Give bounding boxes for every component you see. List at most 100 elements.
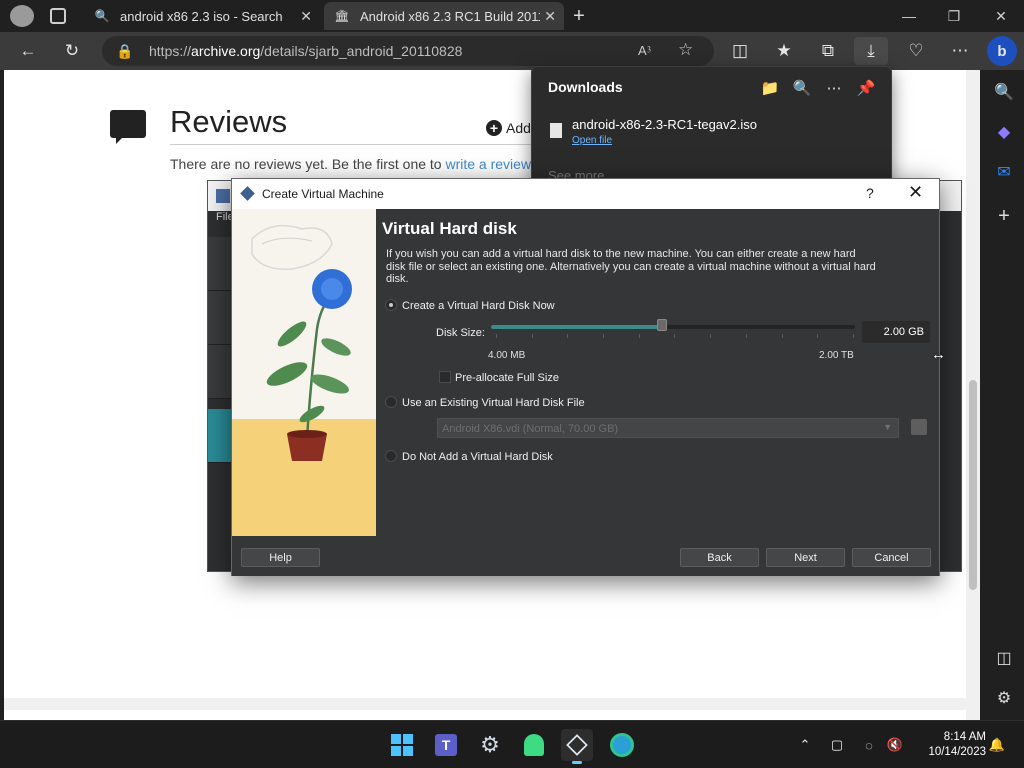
close-tab-icon[interactable]: ✕: [300, 8, 312, 25]
close-window-button[interactable]: ✕: [985, 4, 1017, 28]
search-icon[interactable]: 🔍: [988, 76, 1020, 108]
add-review-button[interactable]: + Add: [486, 120, 531, 136]
address-bar[interactable]: 🔒 https://archive.org/details/sjarb_andr…: [102, 36, 714, 66]
url-domain: archive.org: [191, 43, 261, 59]
slider-min-label: 4.00 MB: [488, 350, 526, 361]
outlook-icon[interactable]: ✉: [988, 156, 1020, 188]
cancel-button[interactable]: Cancel: [852, 548, 931, 567]
network-off-icon[interactable]: ▢: [828, 736, 846, 754]
downloads-icon[interactable]: ⤓: [854, 37, 888, 65]
add-review-label: Add: [506, 120, 531, 136]
page-scrollbar[interactable]: [966, 70, 980, 720]
vm-list-item[interactable]: [208, 345, 232, 399]
context-help-button[interactable]: ?: [866, 185, 874, 201]
hide-sidebar-icon[interactable]: ◫: [988, 642, 1020, 674]
no-disk-radio[interactable]: [385, 450, 397, 462]
tab-search[interactable]: 🔍 android x86 2.3 iso - Search ✕: [84, 2, 320, 30]
scroll-thumb[interactable]: [969, 380, 977, 590]
cancel-button-label: Cancel: [874, 551, 909, 564]
split-screen-icon[interactable]: ◫: [725, 37, 755, 65]
no-disk-label: Do Not Add a Virtual Hard Disk: [402, 451, 553, 463]
collections-icon[interactable]: ⧉: [813, 37, 843, 65]
close-icon[interactable]: ✕: [908, 182, 923, 203]
search-icon[interactable]: 🔍: [791, 77, 813, 99]
vm-list-item[interactable]: [208, 291, 232, 345]
windows-start-icon[interactable]: [386, 729, 418, 761]
url-path: /details/sjarb_android_20110828: [260, 43, 463, 59]
help-button[interactable]: Help: [241, 548, 320, 567]
write-review-link[interactable]: write a review: [445, 156, 531, 172]
create-vm-dialog: Create Virtual Machine ? ✕ Virtual Hard …: [231, 178, 940, 576]
teams-icon[interactable]: T: [430, 729, 462, 761]
restore-button[interactable]: ❐: [938, 4, 970, 28]
create-disk-radio[interactable]: [385, 299, 397, 311]
more-menu-icon[interactable]: ⋯: [945, 37, 975, 65]
taskbar: T ⚙ ⌃ ▢ ◌ 🔇 8:14 AM 10/14/2023 🔔: [0, 720, 1024, 768]
profile-avatar-icon[interactable]: [10, 5, 34, 27]
vm-list-item[interactable]: [208, 409, 232, 463]
wizard-illustration: [232, 209, 376, 536]
refresh-icon[interactable]: ↻: [57, 37, 87, 65]
disk-size-input[interactable]: 2.00 GB: [862, 321, 930, 343]
read-aloud-icon[interactable]: A⁳: [638, 42, 651, 59]
sidebar-settings-icon[interactable]: ⚙: [988, 682, 1020, 714]
settings-icon[interactable]: ⚙: [474, 729, 506, 761]
back-button[interactable]: Back: [680, 548, 759, 567]
pin-icon[interactable]: 📌: [855, 77, 877, 99]
file-icon: [550, 123, 562, 138]
tab-archive[interactable]: 🏛 Android x86 2.3 RC1 Build 20110 ✕: [324, 2, 564, 30]
open-file-link[interactable]: Open file: [572, 135, 612, 146]
next-button[interactable]: Next: [766, 548, 845, 567]
existing-disk-value: Android X86.vdi (Normal, 70.00 GB): [442, 423, 619, 435]
close-tab-icon[interactable]: ✕: [540, 8, 556, 25]
vbox-scrollbar[interactable]: [939, 265, 952, 565]
favorites-icon[interactable]: ★: [769, 37, 799, 65]
add-sidebar-app-icon[interactable]: +: [988, 200, 1020, 232]
archive-org-icon: 🏛: [334, 9, 350, 23]
preallocate-checkbox[interactable]: [439, 371, 451, 383]
volume-muted-icon[interactable]: 🔇: [886, 736, 904, 754]
downloads-title: Downloads: [548, 79, 623, 95]
chevron-up-icon[interactable]: ⌃: [796, 736, 814, 754]
browser-essentials-icon[interactable]: ♡: [901, 37, 931, 65]
create-disk-label: Create a Virtual Hard Disk Now: [402, 300, 555, 312]
divider: [170, 144, 540, 145]
horizontal-scrollbar[interactable]: [4, 698, 966, 710]
copilot-icon[interactable]: b: [987, 36, 1017, 66]
existing-disk-select: Android X86.vdi (Normal, 70.00 GB) ▼: [437, 418, 899, 438]
slider-handle[interactable]: [657, 319, 668, 331]
clock[interactable]: 8:14 AM 10/14/2023: [914, 730, 986, 760]
no-reviews-text: There are no reviews yet. Be the first o…: [170, 156, 531, 172]
next-button-label: Next: [794, 551, 817, 564]
downloads-panel: Downloads 📁 🔍 ⋯ 📌 android-x86-2.3-RC1-te…: [531, 66, 892, 186]
download-file-name[interactable]: android-x86-2.3-RC1-tegav2.iso: [572, 117, 757, 132]
tab-actions-icon[interactable]: [50, 8, 66, 24]
search-icon: 🔍: [94, 9, 110, 23]
android-studio-icon[interactable]: [518, 729, 550, 761]
existing-disk-radio[interactable]: [385, 396, 397, 408]
page-title: Virtual Hard disk: [382, 219, 517, 238]
edge-sidebar: 🔍 ◆ ✉ + ◫ ⚙: [984, 70, 1024, 720]
vm-list-item[interactable]: [208, 237, 232, 291]
wizard-page: Virtual Hard disk If you wish you can ad…: [376, 209, 939, 536]
shopping-icon[interactable]: ◆: [988, 116, 1020, 148]
minimize-button[interactable]: —: [893, 4, 925, 28]
virtualbox-icon[interactable]: [561, 729, 593, 764]
tab-title: android x86 2.3 iso - Search: [120, 8, 283, 24]
favorite-star-icon[interactable]: ☆: [678, 40, 693, 60]
clock-date: 10/14/2023: [928, 746, 986, 758]
existing-disk-label: Use an Existing Virtual Hard Disk File: [402, 397, 585, 409]
back-icon[interactable]: ←: [13, 37, 43, 65]
notification-bell-icon[interactable]: 🔔: [988, 736, 1006, 754]
wifi-icon[interactable]: ◌: [860, 736, 878, 754]
new-tab-button[interactable]: +: [568, 5, 590, 27]
dialog-title: Create Virtual Machine: [262, 187, 384, 201]
back-button-label: Back: [707, 551, 732, 564]
comment-icon: [110, 110, 146, 144]
open-folder-icon[interactable]: 📁: [759, 77, 781, 99]
preallocate-label: Pre-allocate Full Size: [455, 372, 559, 384]
slider-fill: [491, 325, 663, 329]
disk-size-slider[interactable]: [491, 325, 855, 329]
edge-icon[interactable]: [606, 729, 638, 761]
more-options-icon[interactable]: ⋯: [823, 77, 845, 99]
